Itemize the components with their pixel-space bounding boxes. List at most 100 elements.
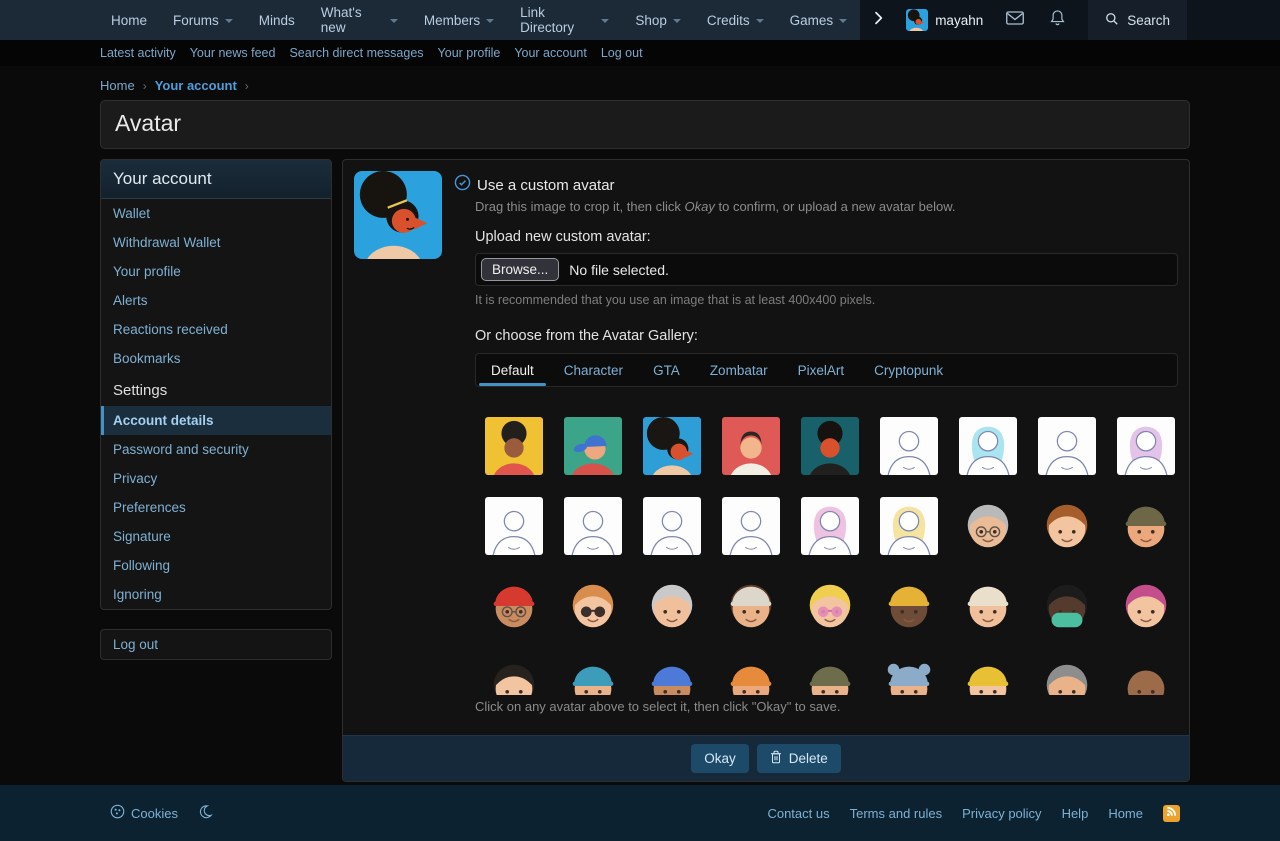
okay-button[interactable]: Okay	[691, 744, 749, 773]
sidebar-item-your-profile[interactable]: Your profile	[101, 257, 331, 286]
avatar-tile-21[interactable]	[643, 577, 701, 635]
avatar-tile-9[interactable]	[1117, 417, 1175, 475]
avatar-tile-6[interactable]	[880, 417, 938, 475]
sidebar-item-account-details[interactable]: Account details	[101, 406, 331, 435]
nav-item-what-s-new[interactable]: What's new	[308, 0, 411, 40]
tab-gta[interactable]: GTA	[638, 354, 695, 386]
subnav-item-log-out[interactable]: Log out	[601, 46, 643, 60]
search-button[interactable]: Search	[1088, 0, 1187, 40]
avatar-tile-30[interactable]	[643, 657, 701, 695]
avatar-tile-27[interactable]	[1117, 577, 1175, 635]
avatar-tile-2[interactable]	[564, 417, 622, 475]
sidebar-item-privacy[interactable]: Privacy	[101, 464, 331, 493]
nav-item-credits[interactable]: Credits	[694, 0, 777, 40]
avatar-tile-10[interactable]	[485, 497, 543, 555]
subnav-item-your-account[interactable]: Your account	[514, 46, 587, 60]
avatar-tile-25[interactable]	[959, 577, 1017, 635]
tab-cryptopunk[interactable]: Cryptopunk	[859, 354, 958, 386]
avatar-tile-15[interactable]	[880, 497, 938, 555]
avatar-tile-11[interactable]	[564, 497, 622, 555]
avatar-tile-35[interactable]	[1038, 657, 1096, 695]
avatar-tile-31[interactable]	[722, 657, 780, 695]
nav-overflow-button[interactable]	[860, 0, 896, 40]
subnav-item-latest-activity[interactable]: Latest activity	[100, 46, 176, 60]
sidebar-item-log-out[interactable]: Log out	[101, 630, 331, 659]
nav-item-link-directory[interactable]: Link Directory	[507, 0, 622, 40]
avatar-tile-26[interactable]	[1038, 577, 1096, 635]
tab-zombatar[interactable]: Zombatar	[695, 354, 783, 386]
subnav-item-search-direct-messages[interactable]: Search direct messages	[289, 46, 423, 60]
avatar-tile-22[interactable]	[722, 577, 780, 635]
avatar-tile-18[interactable]	[1117, 497, 1175, 555]
avatar-tile-14[interactable]	[801, 497, 859, 555]
avatar-tile-29[interactable]	[564, 657, 622, 695]
tab-pixelart[interactable]: PixelArt	[783, 354, 860, 386]
nav-item-minds[interactable]: Minds	[246, 0, 308, 40]
rss-button[interactable]	[1163, 805, 1180, 822]
footer-link-privacy-policy[interactable]: Privacy policy	[962, 806, 1041, 821]
avatar-tile-20[interactable]	[564, 577, 622, 635]
sidebar-item-withdrawal-wallet[interactable]: Withdrawal Wallet	[101, 228, 331, 257]
browse-button[interactable]: Browse...	[481, 258, 559, 281]
alerts-button[interactable]	[1037, 0, 1078, 40]
messages-button[interactable]	[993, 0, 1037, 40]
file-input[interactable]: Browse... No file selected.	[475, 253, 1178, 286]
nav-item-label: Shop	[635, 13, 667, 28]
footer-link-help[interactable]: Help	[1062, 806, 1089, 821]
sidebar-item-signature[interactable]: Signature	[101, 522, 331, 551]
breadcrumb-your-account[interactable]: Your account	[155, 78, 237, 93]
sidebar-item-bookmarks[interactable]: Bookmarks	[101, 344, 331, 373]
avatar-tile-19[interactable]	[485, 577, 543, 635]
avatar-tile-24[interactable]	[880, 577, 938, 635]
sidebar-item-ignoring[interactable]: Ignoring	[101, 580, 331, 609]
avatar-tile-4[interactable]	[722, 417, 780, 475]
nav-item-forums[interactable]: Forums	[160, 0, 246, 40]
chevron-down-icon	[225, 19, 233, 23]
trash-icon	[770, 750, 782, 767]
avatar-tile-7[interactable]	[959, 417, 1017, 475]
nav-item-shop[interactable]: Shop	[622, 0, 694, 40]
avatar-tile-13[interactable]	[722, 497, 780, 555]
avatar-tile-16[interactable]	[959, 497, 1017, 555]
sidebar-item-following[interactable]: Following	[101, 551, 331, 580]
delete-button[interactable]: Delete	[757, 744, 841, 773]
sidebar-item-alerts[interactable]: Alerts	[101, 286, 331, 315]
avatar-tile-1[interactable]	[485, 417, 543, 475]
user-menu[interactable]: mayahn	[896, 0, 993, 40]
nav-item-games[interactable]: Games	[777, 0, 861, 40]
avatar-tile-17[interactable]	[1038, 497, 1096, 555]
radio-checked-icon[interactable]	[454, 174, 471, 196]
sidebar-item-password-and-security[interactable]: Password and security	[101, 435, 331, 464]
subnav-item-your-news-feed[interactable]: Your news feed	[190, 46, 276, 60]
avatar-tile-8[interactable]	[1038, 417, 1096, 475]
sidebar-item-preferences[interactable]: Preferences	[101, 493, 331, 522]
sidebar-item-wallet[interactable]: Wallet	[101, 199, 331, 228]
nav-item-members[interactable]: Members	[411, 0, 507, 40]
avatar-tile-34[interactable]	[959, 657, 1017, 695]
footer-link-terms-and-rules[interactable]: Terms and rules	[850, 806, 942, 821]
footer-link-home[interactable]: Home	[1108, 806, 1143, 821]
current-avatar-preview[interactable]	[354, 171, 442, 259]
nav-item-home[interactable]: Home	[98, 0, 160, 40]
footer-link-contact-us[interactable]: Contact us	[767, 806, 829, 821]
avatar-tile-28[interactable]	[485, 657, 543, 695]
subnav-item-your-profile[interactable]: Your profile	[438, 46, 501, 60]
avatar-tile-12[interactable]	[643, 497, 701, 555]
chevron-down-icon	[673, 19, 681, 23]
cookies-button[interactable]: Cookies	[110, 804, 178, 822]
sidebar-item-reactions-received[interactable]: Reactions received	[101, 315, 331, 344]
tab-character[interactable]: Character	[549, 354, 638, 386]
use-custom-avatar-label[interactable]: Use a custom avatar	[477, 177, 615, 194]
nav-item-label: Link Directory	[520, 5, 595, 35]
avatar-gallery-scroll[interactable]	[485, 417, 1177, 695]
avatar-tile-33[interactable]	[880, 657, 938, 695]
tab-default[interactable]: Default	[476, 354, 549, 386]
avatar-tile-5[interactable]	[801, 417, 859, 475]
avatar-tile-32[interactable]	[801, 657, 859, 695]
avatar-tile-36[interactable]	[1117, 657, 1175, 695]
breadcrumb-home[interactable]: Home	[100, 78, 135, 93]
avatar-tile-3[interactable]	[643, 417, 701, 475]
dark-mode-toggle[interactable]	[198, 804, 213, 822]
avatar-tile-23[interactable]	[801, 577, 859, 635]
nav-item-label: What's new	[321, 5, 384, 35]
